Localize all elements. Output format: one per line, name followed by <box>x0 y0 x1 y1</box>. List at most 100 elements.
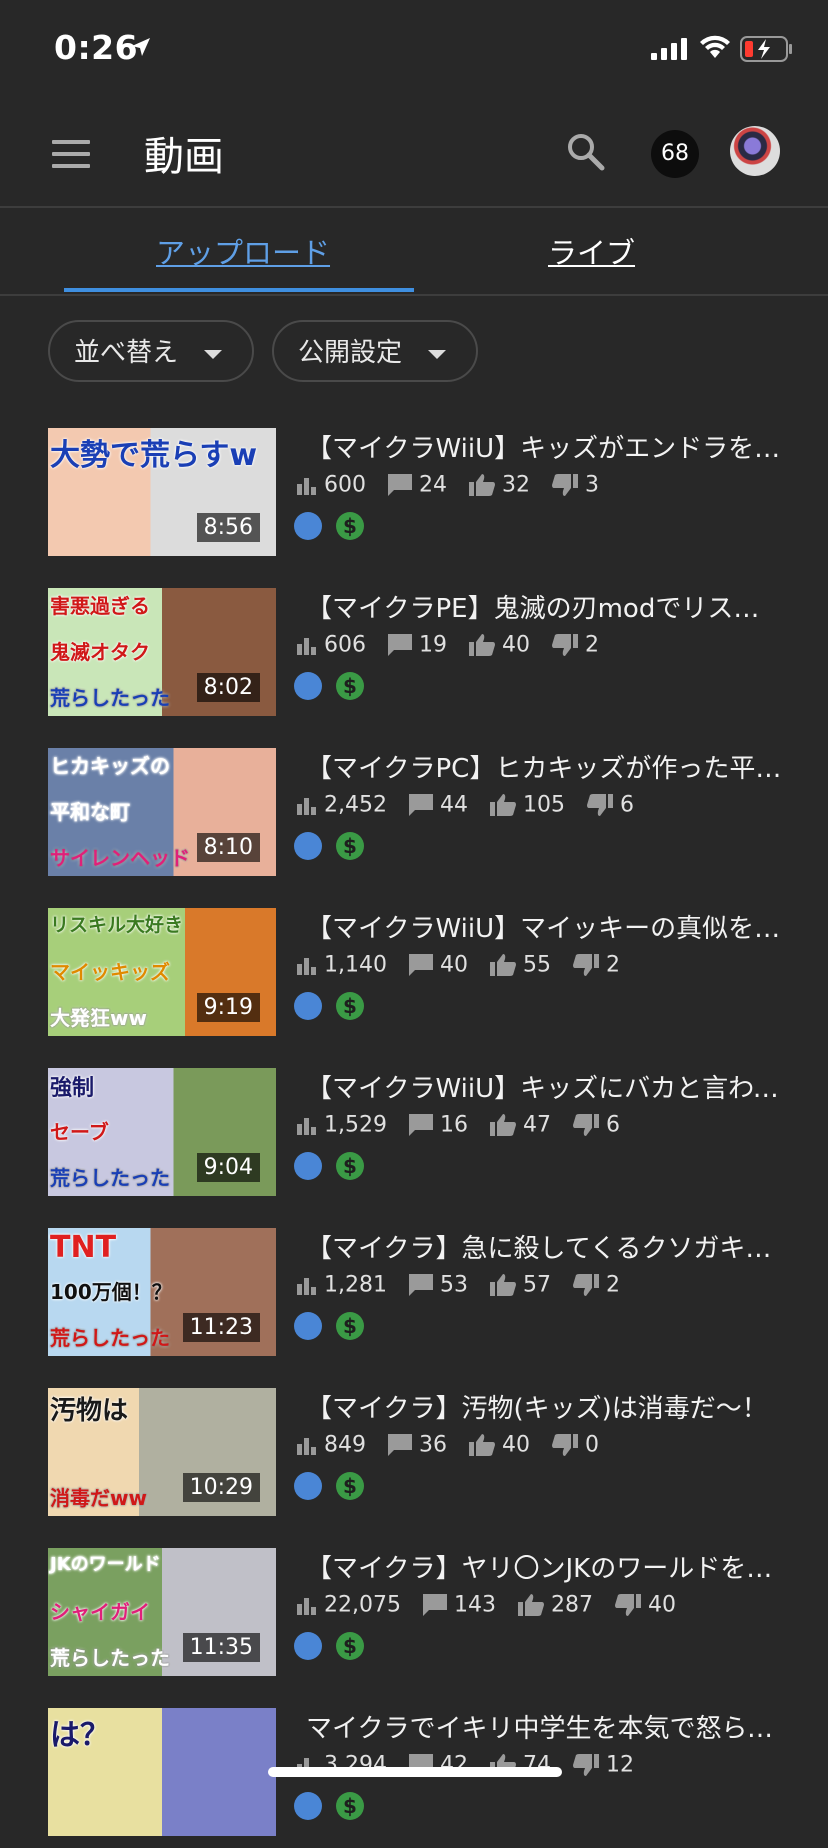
video-title[interactable]: 【マイクラWiiU】キッズにバカと言われたので荒らしてみた <box>306 1068 784 1105</box>
comment-icon <box>408 1274 433 1297</box>
video-thumbnail[interactable]: 汚物は 消毒だww 10:29 <box>48 1388 276 1516</box>
monetization-icon: $ <box>336 1632 364 1660</box>
thumbnail-caption: 害悪過ぎる <box>50 594 150 618</box>
thumbs-down-icon <box>586 794 613 817</box>
home-indicator[interactable] <box>268 1767 562 1777</box>
visibility-filter-button[interactable]: 公開設定 <box>272 320 478 382</box>
thumbnail-caption: マイッキッズ <box>50 960 170 984</box>
video-row[interactable]: 害悪過ぎる 鬼滅オタク 荒らしたった 8:02 【マイクラPE】鬼滅の刃modで… <box>0 588 828 728</box>
thumbs-up-icon <box>517 1594 544 1617</box>
video-badges: $ <box>294 992 364 1020</box>
video-thumbnail[interactable]: 大勢で荒らすw 8:56 <box>48 428 276 556</box>
video-title[interactable]: マイクラでイキリ中学生を本気で怒らせてみた <box>306 1708 784 1745</box>
video-thumbnail[interactable]: リスキル大好き マイッキッズ 大発狂ww 9:19 <box>48 908 276 1036</box>
views-icon <box>297 1598 316 1616</box>
tab-uploads[interactable]: アップロード <box>156 230 330 272</box>
video-thumbnail[interactable]: 強制 セーブ 荒らしたった 9:04 <box>48 1068 276 1196</box>
video-badges: $ <box>294 1472 364 1500</box>
video-badges: $ <box>294 832 364 860</box>
video-duration: 9:04 <box>196 1153 260 1182</box>
thumbnail-caption: ヒカキッズの <box>50 754 170 778</box>
video-thumbnail[interactable]: ヒカキッズの 平和な町 サイレンヘッド 8:10 <box>48 748 276 876</box>
sort-label: 並べ替え <box>74 338 179 368</box>
video-stats: 2,452 44 105 6 <box>296 792 648 818</box>
public-globe-icon <box>294 1152 322 1180</box>
views-icon <box>297 1118 316 1136</box>
comment-count: 19 <box>419 632 447 658</box>
video-badges: $ <box>294 1152 364 1180</box>
video-row[interactable]: 強制 セーブ 荒らしたった 9:04 【マイクラWiiU】キッズにバカと言われた… <box>0 1068 828 1208</box>
dislike-count: 2 <box>605 1272 620 1298</box>
cellular-signal-icon <box>651 38 687 60</box>
view-count: 1,140 <box>324 952 387 978</box>
like-count: 47 <box>522 1112 551 1138</box>
video-thumbnail[interactable]: 害悪過ぎる 鬼滅オタク 荒らしたった 8:02 <box>48 588 276 716</box>
views-icon <box>297 1278 316 1296</box>
thumbnail-caption: 荒らしたった <box>50 686 170 710</box>
comment-icon <box>388 634 412 657</box>
video-row[interactable]: JKのワールド シャイガイ 荒らしたった 11:35 【マイクラ】ヤリ〇ンJKの… <box>0 1548 828 1688</box>
dislike-count: 12 <box>605 1752 634 1778</box>
comment-icon <box>388 474 412 497</box>
video-title[interactable]: 【マイクラPC】ヒカキッズが作った平和な町を荒らしてみた <box>306 748 784 785</box>
chevron-down-icon <box>204 350 222 359</box>
thumbs-down-icon <box>614 1594 641 1617</box>
comment-count: 16 <box>439 1112 468 1138</box>
video-duration: 11:35 <box>182 1633 260 1662</box>
video-row[interactable]: は？ マイクラでイキリ中学生を本気で怒らせてみた 3,294 42 74 12 … <box>0 1708 828 1848</box>
video-badges: $ <box>294 1312 364 1340</box>
notification-badge[interactable]: 68 <box>651 130 699 178</box>
thumbs-up-icon <box>469 634 495 657</box>
comment-icon <box>408 954 433 977</box>
thumbnail-caption: リスキル大好き <box>50 914 184 936</box>
video-title[interactable]: 【マイクラ】ヤリ〇ンJKのワールドを荒らしてみた <box>306 1548 784 1585</box>
video-thumbnail[interactable]: は？ <box>48 1708 276 1836</box>
video-title[interactable]: 【マイクラWiiU】マイッキーの真似をするキッズを荒らしてみた <box>306 908 784 945</box>
thumbs-up-icon <box>489 794 516 817</box>
views-icon <box>297 478 316 496</box>
video-stats: 1,281 53 57 2 <box>296 1272 634 1298</box>
like-count: 40 <box>502 1432 530 1458</box>
video-duration: 9:19 <box>196 993 260 1022</box>
video-row[interactable]: ヒカキッズの 平和な町 サイレンヘッド 8:10 【マイクラPC】ヒカキッズが作… <box>0 748 828 888</box>
video-row[interactable]: 汚物は 消毒だww 10:29 【マイクラ】汚物(キッズ)は消毒だ〜！ 849 … <box>0 1388 828 1528</box>
thumbs-down-icon <box>552 1434 578 1457</box>
public-globe-icon <box>294 1312 322 1340</box>
comment-icon <box>388 1434 412 1457</box>
video-row[interactable]: TNT 100万個！？ 荒らしたった 11:23 【マイクラ】急に殺してくるクソ… <box>0 1228 828 1368</box>
video-title[interactable]: 【マイクラWiiU】キッズがエンドラを倒さないので大勢で荒らしてみた <box>306 428 784 465</box>
video-duration: 8:56 <box>196 513 260 542</box>
thumbnail-caption: サイレンヘッド <box>50 846 190 870</box>
menu-icon[interactable] <box>52 140 90 168</box>
video-duration: 11:23 <box>182 1313 260 1342</box>
avatar[interactable] <box>730 126 780 176</box>
thumbnail-caption: 平和な町 <box>50 800 130 824</box>
monetization-icon: $ <box>336 1792 364 1820</box>
video-title[interactable]: 【マイクラ】急に殺してくるクソガキを荒らしてみた <box>306 1228 784 1265</box>
status-time: 0:26 <box>54 28 139 67</box>
view-count: 1,281 <box>324 1272 387 1298</box>
video-stats: 1,140 40 55 2 <box>296 952 634 978</box>
like-count: 287 <box>550 1592 593 1618</box>
video-title[interactable]: 【マイクラ】汚物(キッズ)は消毒だ〜！ <box>306 1388 784 1425</box>
dislike-count: 2 <box>585 632 599 658</box>
dislike-count: 40 <box>647 1592 676 1618</box>
active-tab-indicator <box>64 288 414 292</box>
sort-button[interactable]: 並べ替え <box>48 320 254 382</box>
dislike-count: 6 <box>605 1112 620 1138</box>
video-duration: 8:02 <box>196 673 260 702</box>
video-stats: 849 36 40 0 <box>296 1432 613 1458</box>
video-row[interactable]: 大勢で荒らすw 8:56 【マイクラWiiU】キッズがエンドラを倒さないので大勢… <box>0 428 828 568</box>
search-icon[interactable] <box>566 132 606 172</box>
video-badges: $ <box>294 512 364 540</box>
video-title[interactable]: 【マイクラPE】鬼滅の刃modでリスキルしてみた <box>306 588 784 625</box>
video-row[interactable]: リスキル大好き マイッキッズ 大発狂ww 9:19 【マイクラWiiU】マイッキ… <box>0 908 828 1048</box>
video-thumbnail[interactable]: JKのワールド シャイガイ 荒らしたった 11:35 <box>48 1548 276 1676</box>
video-thumbnail[interactable]: TNT 100万個！？ 荒らしたった 11:23 <box>48 1228 276 1356</box>
tab-live[interactable]: ライブ <box>548 230 635 272</box>
thumbnail-caption: 大勢で荒らすw <box>50 438 258 473</box>
monetization-icon: $ <box>336 1312 364 1340</box>
thumbs-up-icon <box>469 1434 495 1457</box>
thumbnail-caption: は？ <box>50 1718 110 1753</box>
thumbnail-caption: 荒らしたった <box>50 1646 170 1670</box>
